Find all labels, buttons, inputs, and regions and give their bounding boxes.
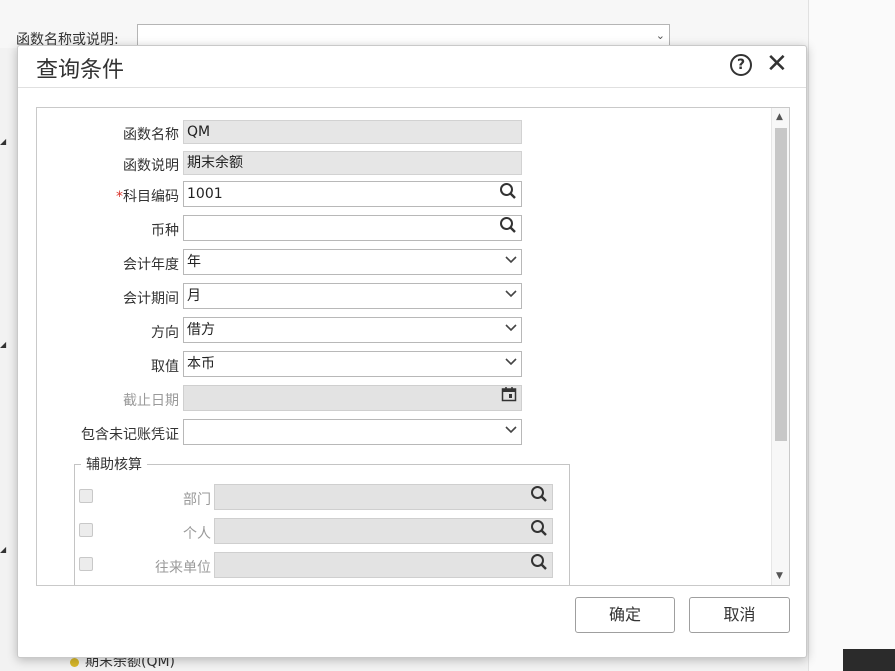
title-divider	[18, 87, 806, 88]
cutoff-date-input	[183, 385, 522, 411]
chevron-down-icon: ⌄	[655, 29, 665, 42]
aux-dept-label: 部门	[183, 492, 211, 508]
search-icon[interactable]	[499, 216, 517, 240]
chevron-down-icon	[505, 420, 517, 444]
aux-person-label: 个人	[183, 526, 211, 542]
search-icon	[530, 485, 548, 509]
func-name-label: 函数名称	[123, 127, 179, 143]
chevron-down-icon	[505, 284, 517, 308]
currency-input[interactable]	[183, 215, 522, 241]
scroll-thumb[interactable]	[775, 128, 787, 441]
aux-partner-label: 往来单位	[155, 560, 211, 576]
chevron-down-icon	[505, 318, 517, 342]
help-icon[interactable]: ?	[730, 54, 752, 76]
include-unposted-label: 包含未记账凭证	[81, 427, 179, 443]
chevron-down-icon	[505, 250, 517, 274]
background-right-panel	[808, 0, 895, 671]
dialog-title: 查询条件	[36, 58, 125, 83]
tree-expand-icon: ◢	[0, 545, 7, 554]
take-value-select[interactable]: 本币	[183, 351, 522, 377]
tree-expand-icon: ◢	[0, 137, 7, 146]
scroll-down-icon[interactable]: ▼	[776, 571, 783, 581]
aux-partner-input	[214, 552, 553, 578]
func-desc-field: 期末余额	[183, 151, 522, 175]
func-name-field: QM	[183, 120, 522, 144]
confirm-button[interactable]: 确定	[575, 597, 675, 633]
cancel-button[interactable]: 取消	[689, 597, 790, 633]
form-scrollbar[interactable]: ▲ ▼	[771, 108, 789, 585]
fiscal-year-label: 会计年度	[123, 257, 179, 273]
tree-expand-icon: ◢	[0, 340, 7, 349]
status-dot-icon	[70, 657, 79, 667]
cutoff-date-label: 截止日期	[123, 393, 179, 409]
search-icon[interactable]	[499, 182, 517, 206]
func-desc-label: 函数说明	[123, 158, 179, 174]
aux-dept-input	[214, 484, 553, 510]
fiscal-year-select[interactable]: 年	[183, 249, 522, 275]
background-corner	[843, 649, 895, 671]
required-mark: *	[116, 189, 123, 205]
search-icon	[530, 553, 548, 577]
scroll-up-icon[interactable]: ▲	[776, 112, 783, 122]
query-dialog: 查询条件 ? ✕ 函数名称 QM 函数说明 期末余额 *科目编码 1001 币种	[17, 45, 807, 658]
chevron-down-icon	[505, 352, 517, 376]
search-icon	[530, 519, 548, 543]
form-panel: 函数名称 QM 函数说明 期末余额 *科目编码 1001 币种 会计年度 年 会…	[36, 107, 790, 586]
close-icon[interactable]: ✕	[766, 50, 788, 78]
calendar-icon	[501, 386, 517, 410]
subject-code-label: *科目编码	[116, 189, 179, 205]
include-unposted-select[interactable]	[183, 419, 522, 445]
aux-person-input	[214, 518, 553, 544]
currency-label: 币种	[151, 223, 179, 239]
take-value-label: 取值	[151, 359, 179, 375]
direction-select[interactable]: 借方	[183, 317, 522, 343]
aux-accounting-legend: 辅助核算	[81, 454, 147, 474]
fiscal-period-label: 会计期间	[123, 291, 179, 307]
direction-label: 方向	[151, 325, 179, 341]
subject-code-input[interactable]: 1001	[183, 181, 522, 207]
fiscal-period-select[interactable]: 月	[183, 283, 522, 309]
